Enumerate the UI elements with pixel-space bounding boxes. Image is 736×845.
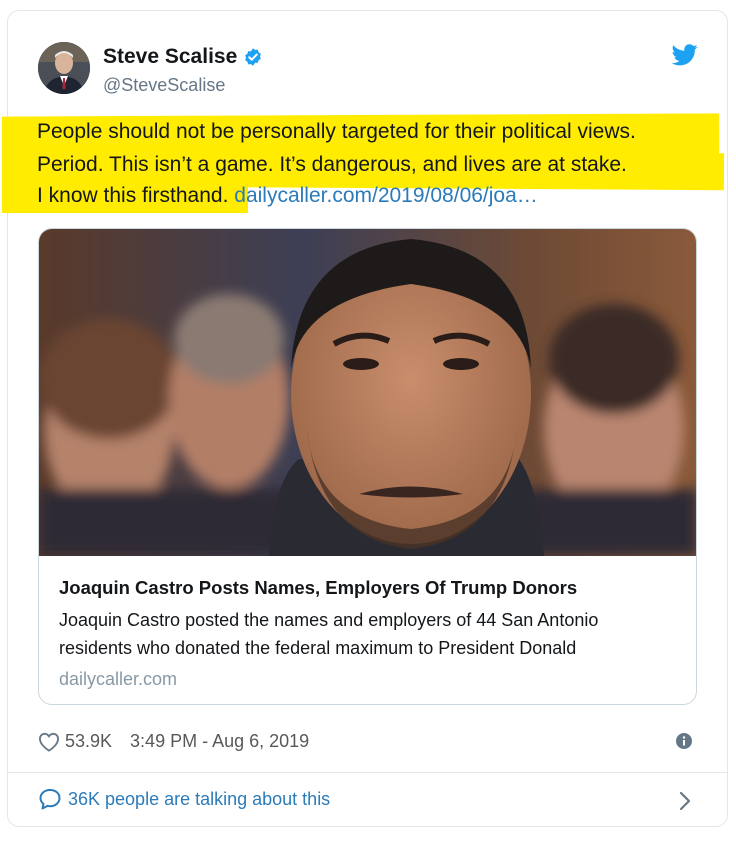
author-handle[interactable]: @SteveScalise [103, 75, 225, 96]
tweet-text-line-1: People should not be personally targeted… [37, 120, 636, 143]
heart-icon[interactable] [38, 732, 60, 752]
speech-bubble-icon [39, 789, 61, 810]
info-icon[interactable] [676, 733, 692, 749]
talking-text[interactable]: 36K people are talking about this [68, 789, 330, 810]
tweet-text-line-3-text: I know this firsthand. [37, 184, 229, 207]
conversation-link[interactable]: 36K people are talking about this [38, 788, 330, 810]
author-name-text[interactable]: Steve Scalise [103, 45, 237, 69]
timestamp[interactable]: 3:49 PM - Aug 6, 2019 [130, 731, 309, 752]
link-preview-card[interactable]: Joaquin Castro Posts Names, Employers Of… [38, 228, 697, 705]
tweet-text-line-3: I know this firsthand. dailycaller.com/2… [37, 184, 538, 208]
card-description-line-2: residents who donated the federal maximu… [59, 638, 577, 658]
twitter-bird-icon[interactable] [672, 44, 698, 66]
divider [8, 772, 727, 773]
verified-badge-icon [245, 48, 262, 66]
tweet-embed: Steve Scalise @SteveScalise People shoul… [1, 10, 728, 827]
tweet-meta: 53.9K 3:49 PM - Aug 6, 2019 [38, 731, 309, 752]
chevron-right-icon[interactable] [678, 791, 692, 811]
card-photo[interactable] [39, 229, 696, 556]
card-domain: dailycaller.com [59, 669, 178, 689]
author-name[interactable]: Steve Scalise [103, 45, 263, 69]
tweet-text-line-2: Period. This isn’t a game. It’s dangerou… [37, 153, 627, 176]
card-title[interactable]: Joaquin Castro Posts Names, Employers Of… [59, 577, 577, 599]
like-count[interactable]: 53.9K [65, 731, 112, 752]
tweet-link[interactable]: dailycaller.com/2019/08/06/joa… [234, 184, 538, 207]
avatar[interactable] [38, 42, 90, 94]
card-description-line-1: Joaquin Castro posted the names and empl… [59, 610, 599, 630]
